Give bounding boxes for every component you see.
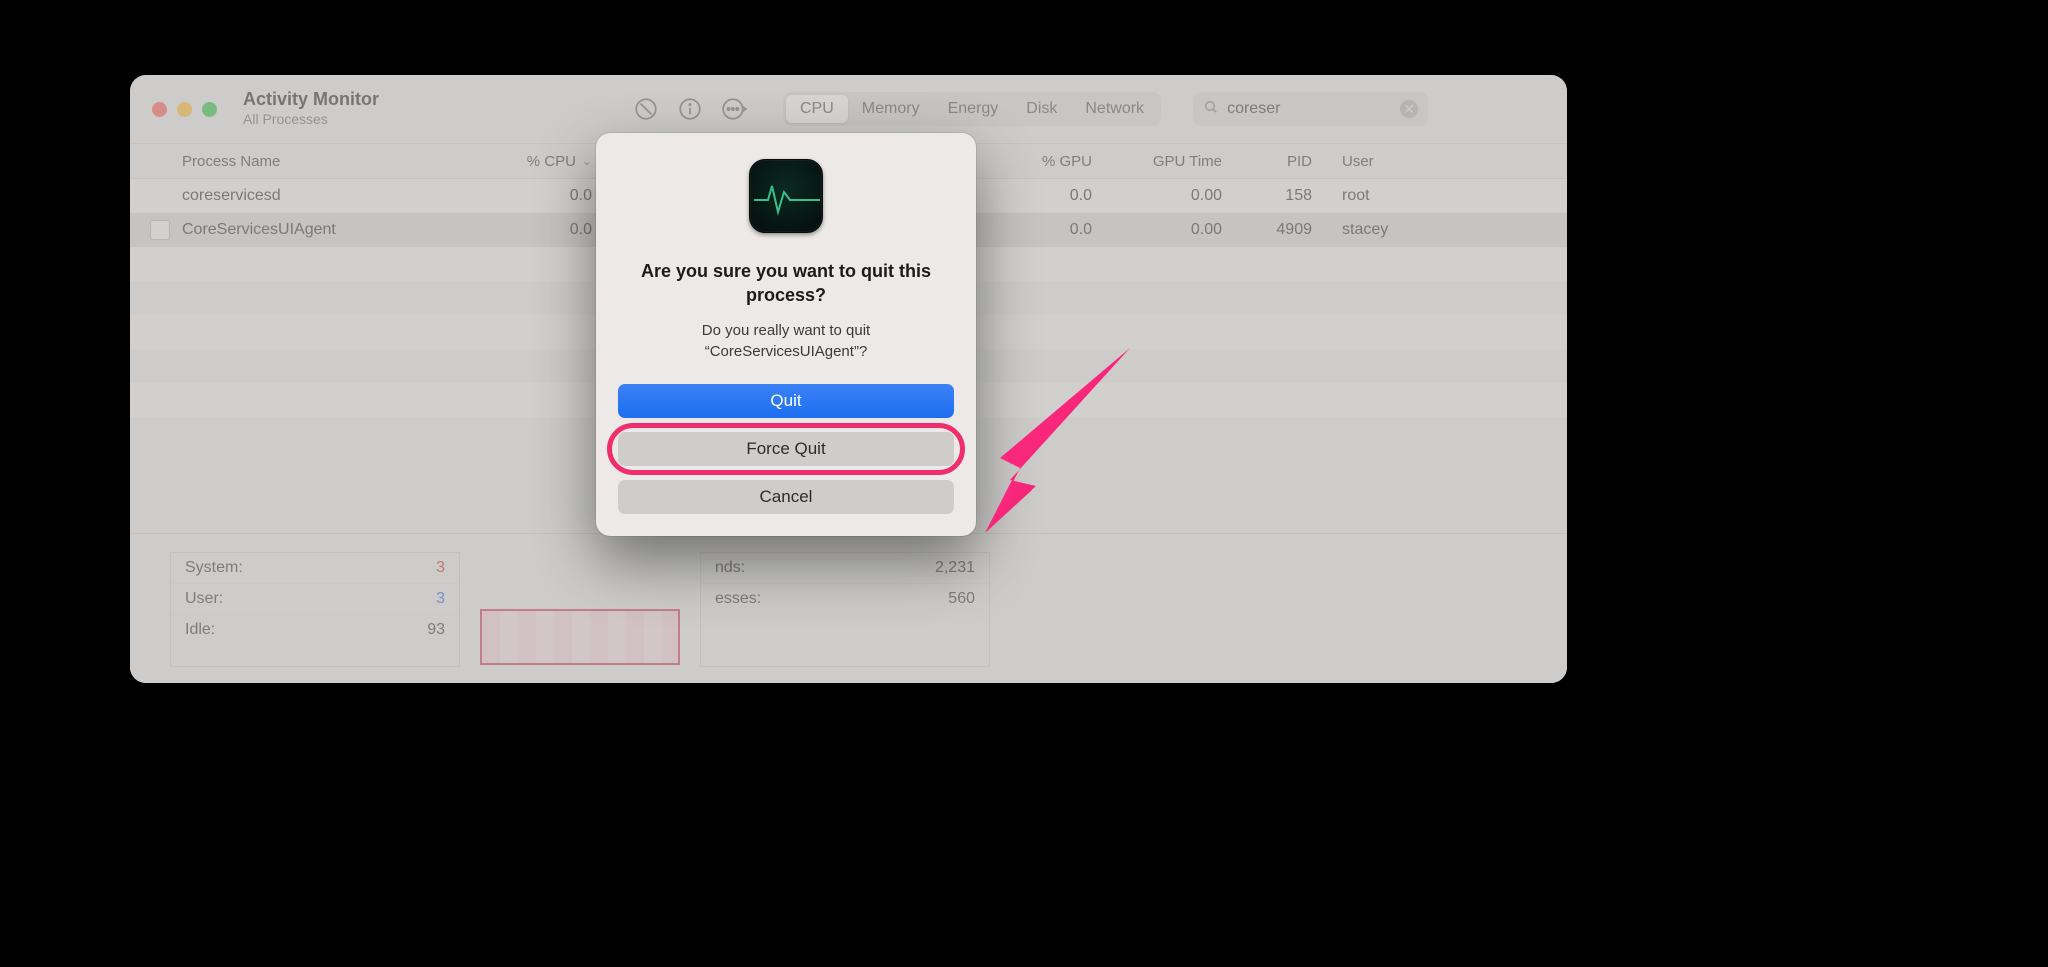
column-gpu-time[interactable]: GPU Time xyxy=(1092,153,1222,170)
process-cpu: 0.0 xyxy=(462,187,592,205)
search-icon xyxy=(1203,99,1219,120)
tab-disk[interactable]: Disk xyxy=(1012,95,1071,123)
column-process-name[interactable]: Process Name xyxy=(182,153,462,170)
quit-button[interactable]: Quit xyxy=(618,384,954,418)
window-subtitle: All Processes xyxy=(243,112,483,127)
cancel-button[interactable]: Cancel xyxy=(618,480,954,514)
search-field[interactable]: coreser ✕ xyxy=(1193,92,1428,126)
window-controls xyxy=(152,102,217,117)
zoom-window-button[interactable] xyxy=(202,102,217,117)
activity-monitor-icon xyxy=(749,159,823,233)
column-pid[interactable]: PID xyxy=(1222,153,1312,170)
quit-process-dialog: Are you sure you want to quit this proce… xyxy=(596,133,976,536)
column-cpu[interactable]: % CPU ⌄ xyxy=(462,153,592,170)
column-user[interactable]: User xyxy=(1312,153,1432,170)
cpu-history-chart xyxy=(480,609,680,665)
app-icon xyxy=(150,220,170,240)
clear-search-icon[interactable]: ✕ xyxy=(1400,100,1418,118)
dialog-title: Are you sure you want to quit this proce… xyxy=(636,259,936,308)
process-name: CoreServicesUIAgent xyxy=(182,221,462,239)
dialog-message: Do you really want to quit “CoreServices… xyxy=(646,320,926,362)
stop-process-icon[interactable] xyxy=(631,94,661,124)
force-quit-button[interactable]: Force Quit xyxy=(618,432,954,466)
sort-descending-icon: ⌄ xyxy=(582,154,592,168)
window-title: Activity Monitor xyxy=(243,90,483,110)
more-options-icon[interactable] xyxy=(719,94,749,124)
tab-network[interactable]: Network xyxy=(1071,95,1158,123)
thread-process-counts: nds:2,231 esses:560 xyxy=(700,552,990,667)
search-input[interactable]: coreser xyxy=(1227,100,1392,118)
process-cpu: 0.0 xyxy=(462,221,592,239)
window-title-block: Activity Monitor All Processes xyxy=(243,90,483,127)
minimize-window-button[interactable] xyxy=(177,102,192,117)
cpu-breakdown: System:3 User:3 Idle:93 xyxy=(170,552,460,667)
info-icon[interactable] xyxy=(675,94,705,124)
close-window-button[interactable] xyxy=(152,102,167,117)
resource-tabs: CPU Memory Energy Disk Network xyxy=(783,92,1161,126)
tab-cpu[interactable]: CPU xyxy=(786,95,848,123)
tab-memory[interactable]: Memory xyxy=(848,95,934,123)
column-gpu[interactable]: % GPU xyxy=(972,153,1092,170)
process-name: coreservicesd xyxy=(182,187,462,205)
tab-energy[interactable]: Energy xyxy=(934,95,1013,123)
cpu-stats-pane: System:3 User:3 Idle:93 nds:2,231 esses:… xyxy=(130,533,1567,683)
